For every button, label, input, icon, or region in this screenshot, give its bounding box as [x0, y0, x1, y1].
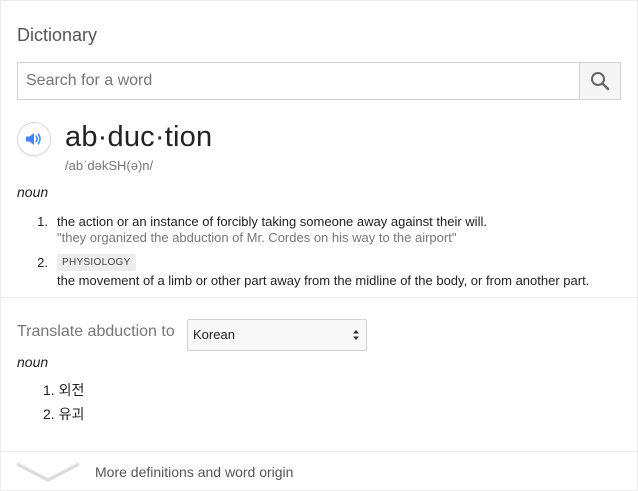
domain-tag: PHYSIOLOGY: [57, 254, 136, 271]
definition-text: the movement of a limb or other part awa…: [57, 273, 590, 288]
translation-text: 유괴: [58, 406, 85, 422]
search-box: [17, 62, 621, 100]
more-definitions-label: More definitions and word origin: [95, 464, 294, 480]
definition-number: 1.: [37, 214, 48, 229]
translation-number: 1.: [43, 382, 55, 398]
select-arrows-icon: [353, 330, 359, 340]
search-icon: [591, 72, 610, 91]
language-select[interactable]: Korean: [187, 319, 367, 351]
translation-part-of-speech: noun: [17, 354, 49, 370]
headword: ab·duc·tion: [65, 121, 213, 153]
definition-text: the action or an instance of forcibly ta…: [57, 214, 487, 229]
speaker-icon: [26, 133, 41, 145]
search-button[interactable]: [579, 63, 620, 99]
translation-number: 2.: [43, 406, 55, 422]
card-title: Dictionary: [17, 25, 98, 45]
search-input[interactable]: [18, 63, 579, 99]
translate-label: Translate abduction to: [17, 323, 175, 340]
pronunciation-button[interactable]: [17, 122, 51, 156]
translation-item: 1. 외전: [43, 380, 84, 400]
chevron-down-icon: [16, 462, 80, 482]
definition-example: "they organized the abduction of Mr. Cor…: [57, 230, 457, 245]
dictionary-card: Dictionary ab·duc·tion /abˈdəkSH(ə)n/ no…: [0, 0, 638, 491]
translation-text: 외전: [58, 382, 85, 398]
language-select-value: Korean: [193, 327, 235, 342]
part-of-speech: noun: [17, 184, 49, 200]
divider: [1, 297, 637, 298]
translation-item: 2. 유괴: [43, 404, 84, 424]
definition-number: 2.: [37, 255, 48, 270]
more-definitions-link[interactable]: More definitions and word origin: [1, 452, 637, 490]
phonetic: /abˈdəkSH(ə)n/: [65, 158, 154, 173]
